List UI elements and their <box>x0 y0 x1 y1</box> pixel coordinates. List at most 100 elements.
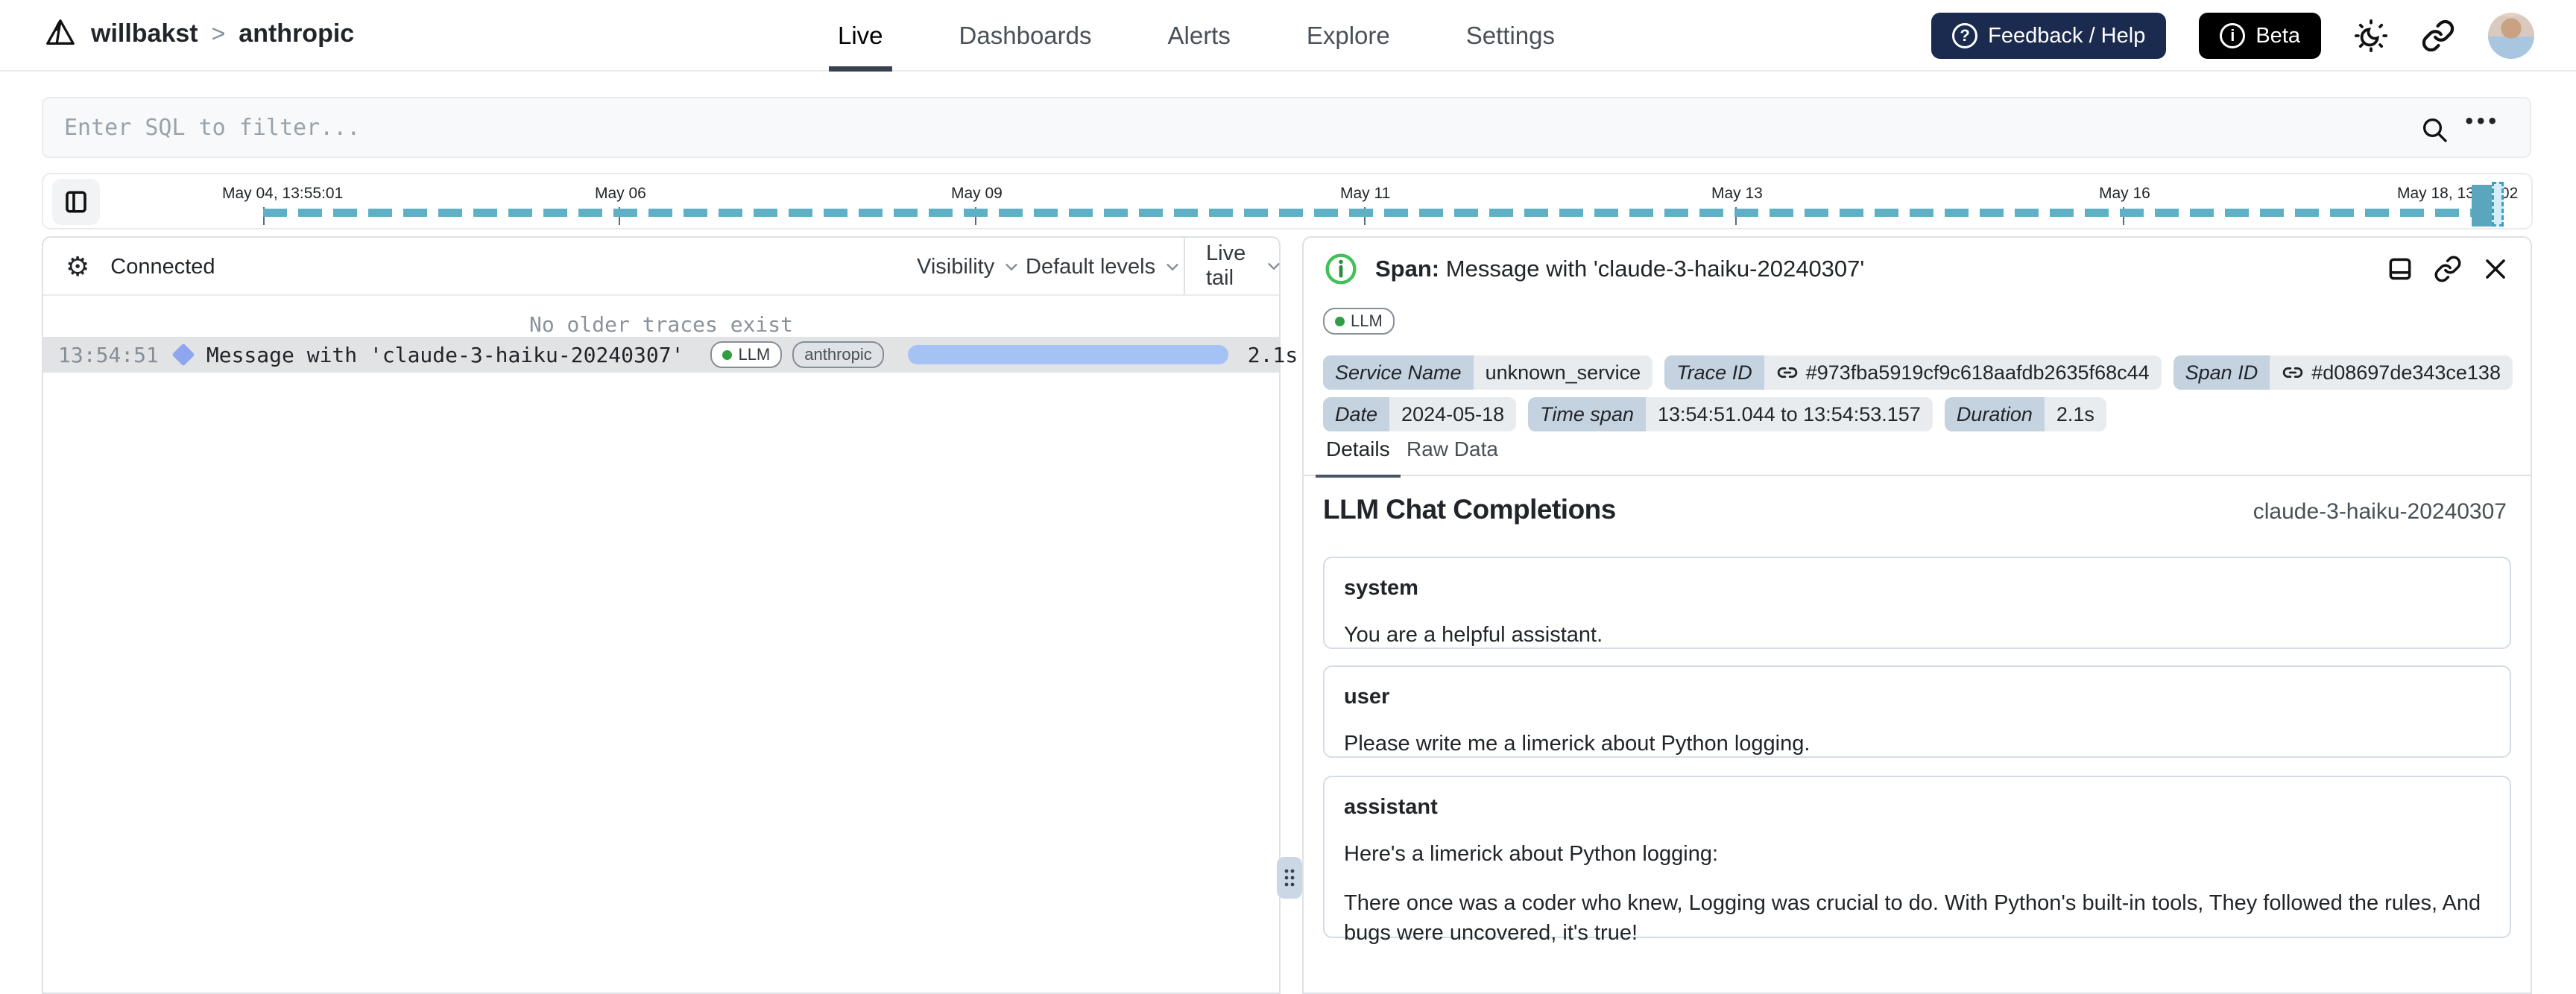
top-header: willbakst > anthropic Live Dashboards Al… <box>0 0 2576 72</box>
default-levels-label: Default levels <box>1026 254 1156 279</box>
message-role: assistant <box>1344 795 1438 819</box>
sidebar-toggle-button[interactable] <box>52 179 100 225</box>
span-tabs: Details Raw Data <box>1304 437 2531 478</box>
tick-label: May 06 <box>595 185 646 202</box>
message-content: Please write me a limerick about Python … <box>1344 732 1811 756</box>
traces-panel: ⚙ Connected Visibility Default levels Li… <box>42 236 1298 994</box>
section-title: LLM Chat Completions <box>1323 494 1616 525</box>
no-older-traces-message: No older traces exist <box>528 312 793 337</box>
live-tail-dropdown[interactable]: Live tail <box>1184 238 1282 294</box>
nav-explore[interactable]: Explore <box>1298 0 1399 72</box>
feedback-help-button[interactable]: ? Feedback / Help <box>1931 13 2167 59</box>
llm-badge: LLM <box>1323 308 1395 335</box>
property-value: 2.1s <box>2044 397 2106 431</box>
gear-icon[interactable]: ⚙ <box>66 253 89 280</box>
span-title-label: Span: <box>1375 256 1440 282</box>
message-role: user <box>1344 685 1390 709</box>
property-span-id[interactable]: Span ID #d08697de343ce138 <box>2173 355 2513 390</box>
span-title: Span: Message with 'claude-3-haiku-20240… <box>1375 256 1864 282</box>
property-date: Date 2024-05-18 <box>1323 397 1517 431</box>
property-label: Date <box>1323 397 1390 431</box>
llm-badge: LLM <box>710 341 783 368</box>
breadcrumb-org[interactable]: willbakst <box>91 19 198 48</box>
property-value: unknown_service <box>1473 355 1653 390</box>
property-value: 2024-05-18 <box>1389 397 1517 431</box>
tick-label: May 11 <box>1340 185 1391 202</box>
expand-panel-icon[interactable] <box>2386 255 2414 283</box>
nav-dashboards[interactable]: Dashboards <box>950 0 1101 72</box>
nav-alerts[interactable]: Alerts <box>1159 0 1240 72</box>
tab-raw-data[interactable]: Raw Data <box>1407 437 1498 476</box>
span-panel-header: Span: Message with 'claude-3-haiku-20240… <box>1304 238 2531 300</box>
trace-duration: 2.1s <box>1247 342 1298 367</box>
breadcrumb-project[interactable]: anthropic <box>239 19 354 48</box>
sql-filter-bar: ••• <box>42 97 2531 158</box>
span-properties-row: Service Name unknown_service Trace ID #9… <box>1323 355 2513 390</box>
message-content: You are a helpful assistant. <box>1344 623 1603 647</box>
app-logo-icon[interactable] <box>43 16 78 51</box>
search-icon[interactable] <box>2419 115 2449 145</box>
theme-toggle-icon[interactable] <box>2354 19 2388 53</box>
live-tail-label: Live tail <box>1206 241 1246 290</box>
trace-message: Message with 'claude-3-haiku-20240307' <box>206 342 684 367</box>
copy-link-icon[interactable] <box>2434 255 2462 283</box>
message-card-system: system You are a helpful assistant. <box>1323 557 2511 649</box>
link-icon <box>1777 367 1797 378</box>
property-service-name: Service Name unknown_service <box>1323 355 1653 390</box>
beta-label: Beta <box>2255 23 2300 48</box>
span-panel-actions <box>2386 238 2510 300</box>
nav-settings[interactable]: Settings <box>1457 0 1564 72</box>
main-nav: Live Dashboards Alerts Explore Settings <box>829 0 1564 72</box>
tab-details[interactable]: Details <box>1316 437 1401 478</box>
trace-duration-bar <box>907 345 1228 364</box>
visibility-label: Visibility <box>917 254 995 279</box>
green-dot-icon <box>1335 316 1345 326</box>
breadcrumb: willbakst > anthropic <box>43 16 354 51</box>
tick-label: May 09 <box>951 185 1003 202</box>
span-title-text: Message with 'claude-3-haiku-20240307' <box>1445 256 1865 282</box>
property-trace-id[interactable]: Trace ID #973fba5919cf9c618aafdb2635f68c… <box>1664 355 2162 390</box>
message-card-user: user Please write me a limerick about Py… <box>1323 665 2511 758</box>
message-content: Here's a limerick about Python logging: <box>1344 842 1719 866</box>
property-time-span: Time span 13:54:51.044 to 13:54:53.157 <box>1528 397 1933 431</box>
panel-resize-handle[interactable] <box>1277 857 1302 899</box>
link-icon <box>2283 367 2303 378</box>
span-details-panel: Span: Message with 'claude-3-haiku-20240… <box>1302 236 2532 994</box>
llm-badge-label: LLM <box>1351 311 1383 330</box>
sql-filter-input[interactable] <box>43 98 2530 156</box>
trace-row[interactable]: 13:54:51 Message with 'claude-3-haiku-20… <box>43 337 1298 373</box>
close-icon[interactable] <box>2481 255 2510 283</box>
property-label: Duration <box>1944 397 2045 431</box>
timeline-dashed-line <box>263 209 2472 217</box>
section-header: LLM Chat Completions claude-3-haiku-2024… <box>1323 494 2507 525</box>
message-role: system <box>1344 576 1418 600</box>
property-label: Trace ID <box>1664 355 1764 390</box>
trace-timestamp: 13:54:51 <box>58 342 159 367</box>
message-content: There once was a coder who knew, Logging… <box>1344 891 2481 946</box>
default-levels-dropdown[interactable]: Default levels <box>1026 238 1181 296</box>
message-card-assistant: assistant Here's a limerick about Python… <box>1323 776 2511 945</box>
span-diamond-icon <box>171 343 195 367</box>
question-circle-icon: ? <box>1952 23 1978 48</box>
visibility-dropdown[interactable]: Visibility <box>917 238 1020 296</box>
tick-label: May 13 <box>1711 185 1763 202</box>
chevron-down-icon <box>1003 259 1020 275</box>
property-label: Service Name <box>1323 355 1474 390</box>
beta-button[interactable]: i Beta <box>2199 13 2321 59</box>
share-link-icon[interactable] <box>2421 19 2455 53</box>
model-name: claude-3-haiku-20240307 <box>2253 499 2507 524</box>
user-avatar[interactable] <box>2488 13 2534 59</box>
time-range-selection[interactable] <box>2492 182 2504 227</box>
property-label: Span ID <box>2173 355 2270 390</box>
feedback-help-label: Feedback / Help <box>1988 23 2146 48</box>
histogram-bar[interactable] <box>2472 185 2492 227</box>
connection-status-label: Connected <box>110 254 215 279</box>
more-options-icon[interactable]: ••• <box>2465 109 2500 134</box>
info-circle-icon: i <box>2220 23 2246 48</box>
property-value: 13:54:51.044 to 13:54:53.157 <box>1645 397 1933 431</box>
header-actions: ? Feedback / Help i Beta <box>1931 13 2534 59</box>
tick-label: May 16 <box>2099 185 2150 202</box>
span-properties-row: Date 2024-05-18 Time span 13:54:51.044 t… <box>1323 397 2106 431</box>
nav-live[interactable]: Live <box>829 0 892 72</box>
chevron-down-icon <box>1266 258 1282 274</box>
